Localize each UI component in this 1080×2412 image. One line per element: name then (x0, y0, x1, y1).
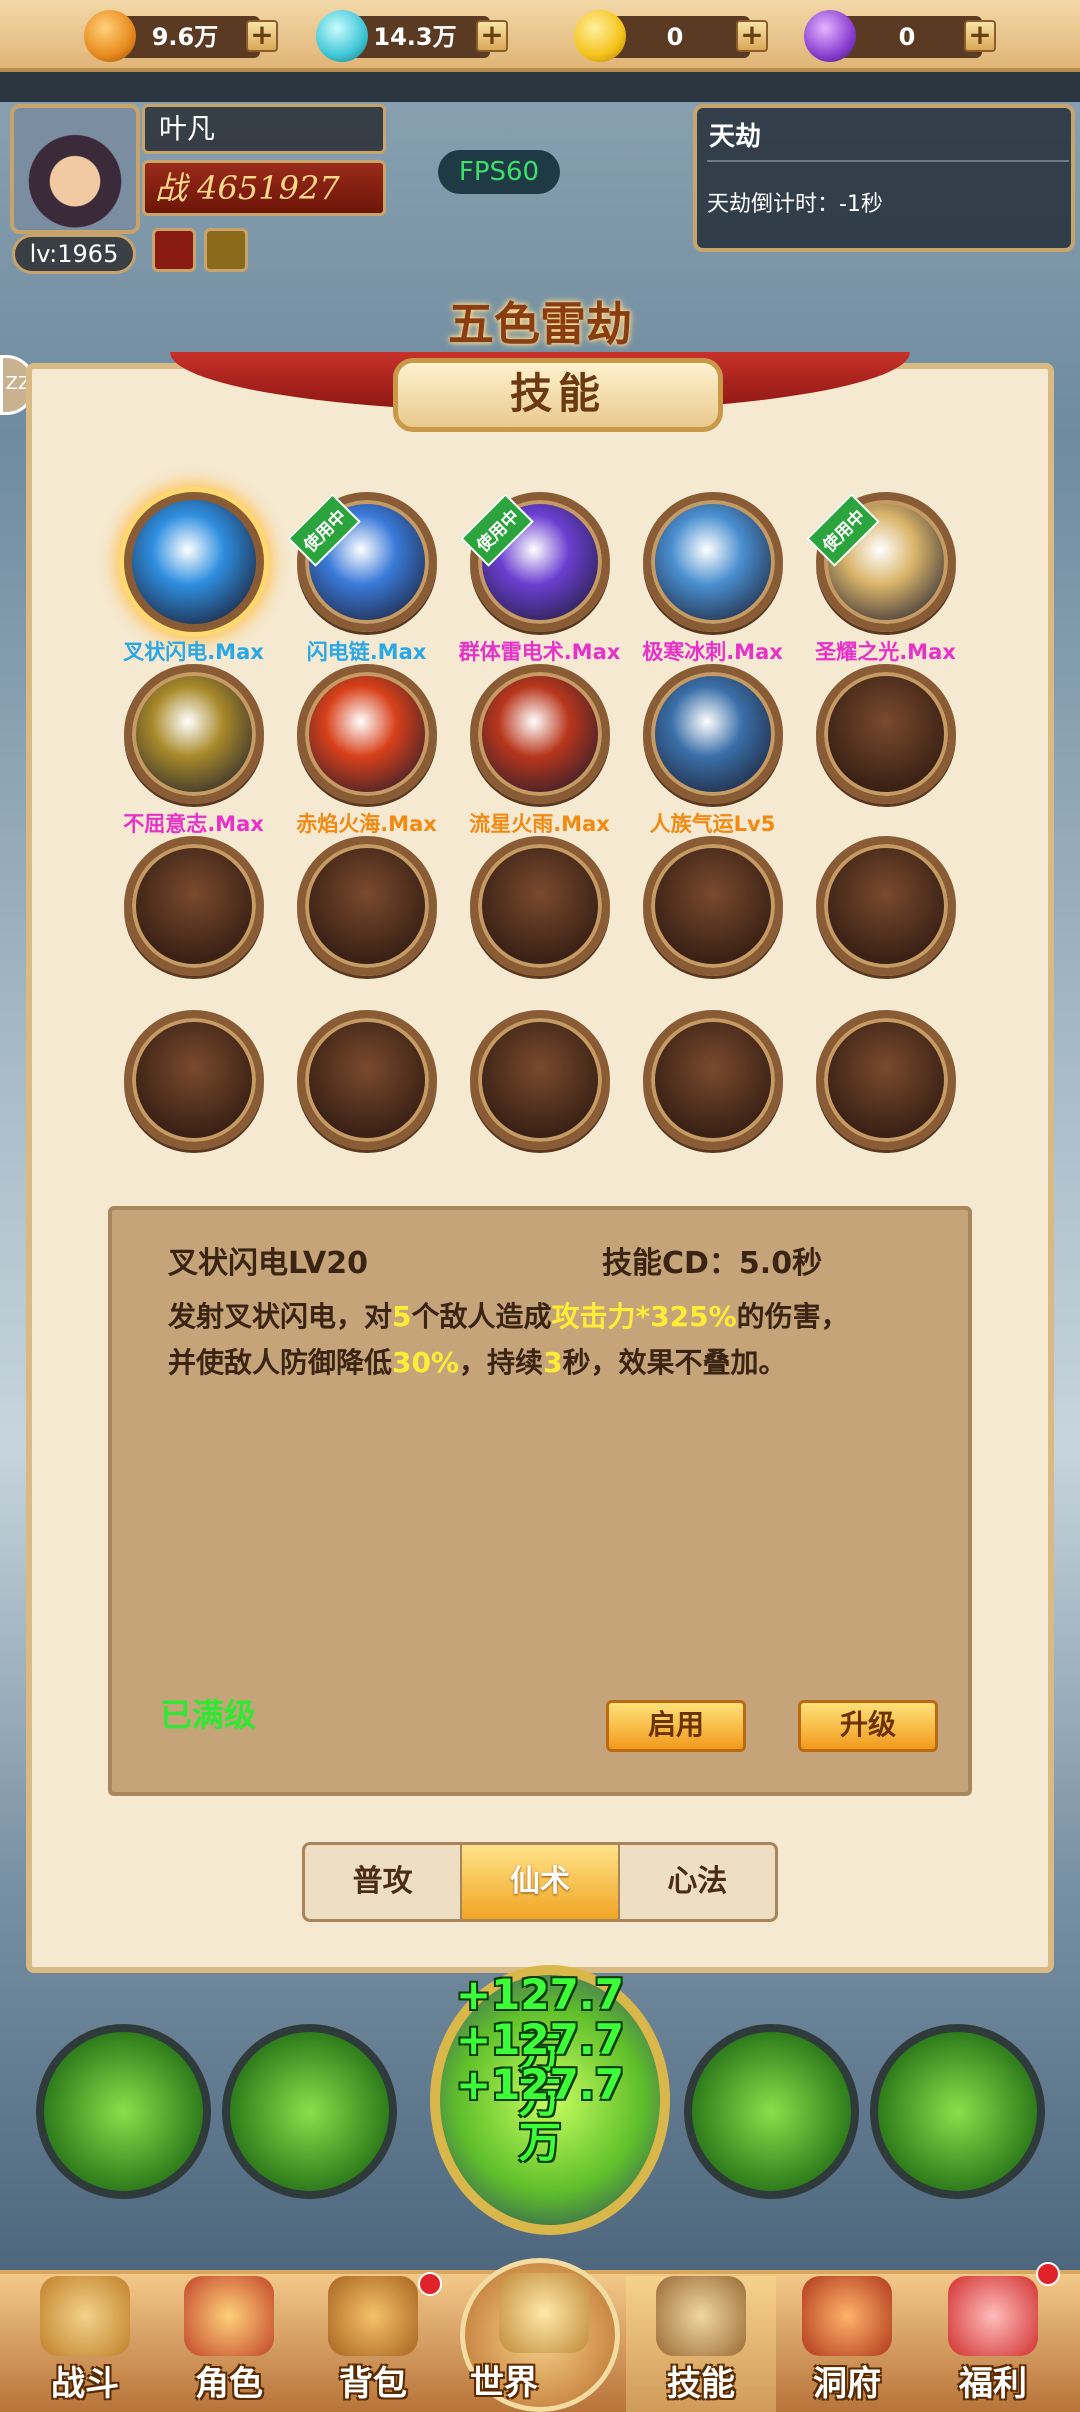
empty-skill-slot[interactable] (297, 836, 437, 976)
body-skill-button[interactable] (222, 2024, 397, 2199)
notification-dot (418, 2272, 442, 2296)
add-purple-button[interactable]: + (964, 20, 996, 52)
empty-skill-slot[interactable] (643, 836, 783, 976)
skill-slot-6[interactable] (124, 664, 264, 804)
empty-skill-slot[interactable] (816, 1010, 956, 1150)
desc-highlight: 5 (392, 1300, 412, 1333)
tianjie-panel: 天劫 天劫倒计时：-1秒 (693, 104, 1075, 252)
shield-skill-button[interactable] (684, 2024, 859, 2199)
tab-mind-method[interactable]: 心法 (620, 1845, 775, 1919)
skill-slot-9[interactable] (643, 664, 783, 804)
desc-highlight: 攻击力*325% (551, 1300, 737, 1333)
desc-highlight: 3 (543, 1346, 563, 1379)
character-icon (184, 2276, 274, 2356)
regen-skill-button[interactable] (870, 2024, 1045, 2199)
skill-slot-4[interactable] (643, 492, 783, 632)
tianjie-title: 天劫 (709, 122, 762, 152)
damage-number: +127.7万 (455, 2060, 625, 2167)
skill-detail-box: 叉状闪电LV20 技能CD：5.0秒 发射叉状闪电，对5个敌人造成攻击力*325… (108, 1206, 972, 1796)
player-level: lv:1965 (12, 234, 136, 274)
nav-skills[interactable]: 技能 (626, 2276, 776, 2412)
nav-battle[interactable]: 战斗 (10, 2276, 160, 2412)
add-spirit-button[interactable]: + (476, 20, 508, 52)
desc-text: ，持续 (459, 1346, 544, 1379)
tianjie-countdown: 天劫倒计时：-1秒 (707, 192, 883, 217)
skill-category-tabs: 普攻 仙术 心法 (302, 1842, 778, 1922)
fps-indicator: FPS60 (438, 150, 560, 194)
nav-label: 战斗 (51, 2364, 119, 2404)
nav-label: 背包 (339, 2364, 407, 2404)
scroll-icon (656, 2276, 746, 2356)
nav-label: 技能 (667, 2364, 735, 2404)
add-ingot-button[interactable]: + (736, 20, 768, 52)
skill-label-7: 赤焰火海.Max (296, 812, 437, 836)
tianjie-divider (707, 160, 1069, 162)
enable-button[interactable]: 启用 (606, 1700, 746, 1752)
desc-text: 的伤害， (736, 1300, 849, 1333)
desc-text: 个敌人造成 (411, 1300, 552, 1333)
add-gold-button[interactable]: + (246, 20, 278, 52)
gold-ore-icon (84, 10, 136, 62)
tab-spells[interactable]: 仙术 (462, 1845, 620, 1919)
desc-highlight: 30% (392, 1346, 460, 1379)
skill-slot-8[interactable] (470, 664, 610, 804)
nav-label: 洞府 (813, 2364, 881, 2404)
heal-skill-button[interactable] (36, 2024, 211, 2199)
tab-normal-attack[interactable]: 普攻 (305, 1845, 463, 1919)
ingot-icon (574, 10, 626, 62)
buff-icon[interactable] (152, 228, 196, 272)
nav-character[interactable]: 角色 (154, 2276, 304, 2412)
nav-mansion[interactable]: 洞府 (772, 2276, 922, 2412)
skill-label-9: 人族气运Lv5 (649, 812, 776, 836)
skill-description: 发射叉状闪电，对5个敌人造成攻击力*325%的伤害， 并使敌人防御降低30%，持续… (168, 1294, 928, 1386)
panel-title: 技能 (393, 358, 723, 432)
player-name: 叶凡 (142, 104, 386, 154)
nav-welfare[interactable]: 福利 (918, 2276, 1068, 2412)
desc-text: 并使敌人防御降低 (168, 1346, 393, 1379)
empty-skill-slot[interactable] (470, 1010, 610, 1150)
purple-orb-icon (804, 10, 856, 62)
skill-slot-7[interactable] (297, 664, 437, 804)
empty-skill-slot[interactable] (124, 1010, 264, 1150)
top-divider (0, 72, 1080, 102)
crossed-swords-icon (40, 2276, 130, 2356)
skill-label-5: 圣耀之光.Max (815, 640, 956, 664)
max-level-status: 已满级 (160, 1696, 257, 1734)
empty-skill-slot[interactable] (124, 836, 264, 976)
empty-skill-slot[interactable] (470, 836, 610, 976)
mansion-icon (802, 2276, 892, 2356)
world-mountain-icon (499, 2273, 589, 2353)
skill-label-4: 极寒冰刺.Max (642, 640, 783, 664)
nav-bag[interactable]: 背包 (298, 2276, 448, 2412)
empty-skill-slot[interactable] (297, 1010, 437, 1150)
skill-label-8: 流星火雨.Max (469, 812, 610, 836)
stage-title: 五色雷劫 (448, 297, 632, 351)
skill-detail-name: 叉状闪电LV20 (168, 1246, 368, 1281)
auto-icon[interactable] (204, 228, 248, 272)
notification-dot (1036, 2262, 1060, 2286)
nav-world[interactable]: 世界 (460, 2258, 620, 2412)
spirit-orb-icon (316, 10, 368, 62)
skill-label-6: 不屈意志.Max (123, 812, 264, 836)
empty-skill-slot[interactable] (816, 664, 956, 804)
nav-label: 福利 (959, 2364, 1027, 2404)
player-power: 战 4651927 (142, 160, 386, 216)
skill-label-2: 闪电链.Max (306, 640, 427, 664)
nav-label: 世界 (470, 2363, 538, 2403)
bag-icon (328, 2276, 418, 2356)
empty-skill-slot[interactable] (643, 1010, 783, 1150)
gift-icon (948, 2276, 1038, 2356)
skill-slot-1[interactable] (124, 492, 264, 632)
desc-text: 发射叉状闪电，对 (168, 1300, 393, 1333)
desc-text: 秒，效果不叠加。 (562, 1346, 787, 1379)
player-avatar[interactable] (10, 104, 140, 234)
nav-label: 角色 (195, 2364, 263, 2404)
upgrade-button[interactable]: 升级 (798, 1700, 938, 1752)
skill-label-1: 叉状闪电.Max (123, 640, 264, 664)
skill-label-3: 群体雷电术.Max (458, 640, 621, 664)
skill-cooldown: 技能CD：5.0秒 (602, 1246, 823, 1281)
empty-skill-slot[interactable] (816, 836, 956, 976)
